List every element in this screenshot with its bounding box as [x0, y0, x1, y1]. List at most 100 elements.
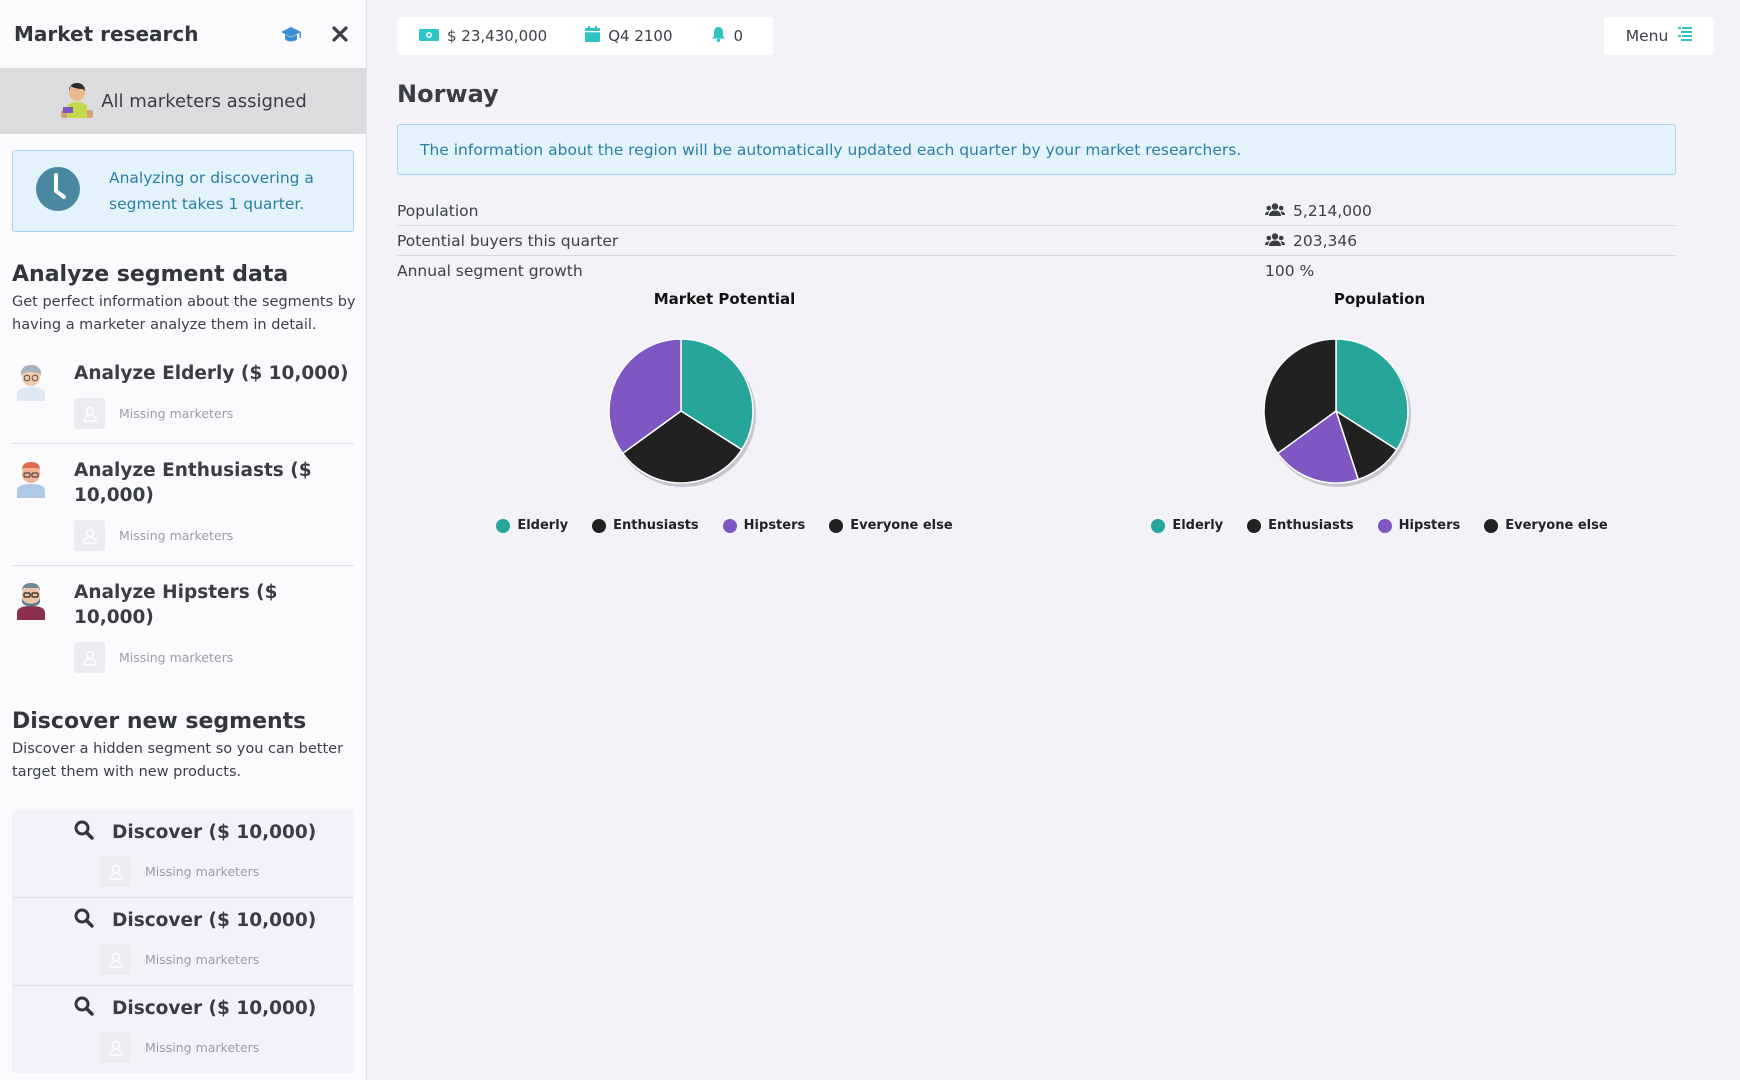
discover-button[interactable]: Discover ($ 10,000): [112, 822, 316, 843]
legend-label: Enthusiasts: [613, 518, 699, 533]
menu-button[interactable]: Menu: [1604, 17, 1714, 55]
legend-dot: [1377, 518, 1392, 533]
discover-item: Discover ($ 10,000) Missing marketers: [12, 810, 354, 898]
status-bar: $ 23,430,000 Q4 2100 0: [397, 17, 773, 55]
marketer-slot-status: Missing marketers: [145, 952, 260, 967]
legend-item-enthusiasts[interactable]: Enthusiasts: [1247, 518, 1354, 533]
legend-item-enthusiasts[interactable]: Enthusiasts: [592, 518, 699, 533]
user-outline-icon: [82, 406, 97, 422]
legend-label: Hipsters: [1398, 518, 1461, 533]
market-potential-pie: [608, 338, 756, 487]
menu-label: Menu: [1625, 27, 1669, 45]
marketer-slot[interactable]: [74, 520, 105, 551]
market-research-sidebar: Market research All marketers assigned A…: [0, 0, 367, 1080]
marketer-slot[interactable]: [74, 398, 105, 429]
region-title: Norway: [397, 80, 499, 108]
sidebar-title: Market research: [14, 22, 199, 46]
legend-dot: [1247, 518, 1262, 533]
search-icon: [74, 996, 94, 1020]
region-panel: Norway The information about the region …: [397, 80, 1677, 286]
legend-item-everyone-else[interactable]: Everyone else: [829, 518, 953, 533]
legend-item-hipsters[interactable]: Hipsters: [1377, 518, 1461, 533]
users-icon: [1265, 232, 1285, 250]
legend-dot: [592, 518, 607, 533]
analyze-hipsters-button[interactable]: Analyze Hipsters ($ 10,000): [74, 580, 354, 630]
legend-dot: [1484, 518, 1499, 533]
marketer-slot[interactable]: [100, 944, 131, 975]
analyze-heading: Analyze segment data: [12, 262, 289, 287]
quarter-status[interactable]: Q4 2100: [585, 26, 673, 46]
stat-label: Annual segment growth: [397, 262, 583, 280]
quarter-value: Q4 2100: [608, 27, 673, 45]
analyze-hipsters-item: Analyze Hipsters ($ 10,000) Missing mark…: [12, 566, 354, 687]
money-icon: [419, 27, 439, 45]
search-icon: [74, 908, 94, 932]
marketer-slot[interactable]: [100, 856, 131, 887]
discover-item: Discover ($ 10,000) Missing marketers: [12, 986, 354, 1073]
stat-label: Potential buyers this quarter: [397, 231, 619, 250]
discover-button[interactable]: Discover ($ 10,000): [112, 910, 316, 931]
chart-title: Population: [1333, 290, 1426, 308]
stat-row-population: Population 5,214,000: [397, 196, 1676, 226]
assigned-status-bar: All marketers assigned: [0, 68, 366, 134]
legend-dot: [496, 518, 511, 533]
legend-dot: [829, 518, 844, 533]
legend-label: Hipsters: [743, 518, 806, 533]
population-pie: [1263, 338, 1411, 487]
user-outline-icon: [108, 952, 123, 968]
marketer-slot-status: Missing marketers: [119, 528, 234, 543]
stat-value: 100 %: [1265, 262, 1315, 280]
stat-label: Population: [397, 201, 479, 220]
legend-dot: [722, 518, 737, 533]
elderly-avatar-icon: [12, 361, 74, 429]
stat-value: 5,214,000: [1293, 201, 1372, 220]
graduation-cap-icon[interactable]: [280, 26, 302, 42]
close-icon[interactable]: [332, 26, 348, 42]
legend-label: Elderly: [517, 518, 569, 533]
user-outline-icon: [82, 528, 97, 544]
marketer-slot[interactable]: [100, 1032, 131, 1063]
population-chart: Population Elderly Enthusiasts Hipsters Eve…: [1052, 290, 1707, 550]
legend-item-everyone-else[interactable]: Everyone else: [1484, 518, 1608, 533]
stat-row-potential-buyers: Potential buyers this quarter 203,346: [397, 226, 1676, 256]
user-outline-icon: [108, 864, 123, 880]
user-outline-icon: [108, 1040, 123, 1056]
sidebar-header: Market research: [0, 0, 366, 68]
discover-heading: Discover new segments: [12, 709, 307, 734]
marketer-avatar-icon: [59, 80, 95, 123]
discover-button[interactable]: Discover ($ 10,000): [112, 998, 316, 1019]
notifications-status[interactable]: 0: [711, 26, 743, 46]
bell-icon: [711, 26, 726, 46]
calendar-icon: [585, 26, 601, 46]
analyze-elderly-item: Analyze Elderly ($ 10,000) Missing marke…: [12, 347, 354, 444]
region-notice: The information about the region will be…: [397, 124, 1676, 175]
clock-icon: [35, 166, 81, 216]
legend-label: Everyone else: [1505, 518, 1608, 533]
region-stats: Population 5,214,000 Potential buyers th…: [397, 196, 1676, 286]
legend-item-elderly[interactable]: Elderly: [1151, 518, 1223, 533]
assigned-text: All marketers assigned: [101, 90, 307, 112]
menu-lines-icon: [1678, 27, 1693, 45]
money-status[interactable]: $ 23,430,000: [419, 27, 547, 45]
legend-label: Everyone else: [850, 518, 953, 533]
chart-legend: Elderly Enthusiasts Hipsters Everyone else: [397, 518, 1052, 533]
marketer-slot-status: Missing marketers: [119, 650, 234, 665]
legend-dot: [1151, 518, 1166, 533]
legend-item-hipsters[interactable]: Hipsters: [722, 518, 806, 533]
analyze-description: Get perfect information about the segmen…: [12, 294, 356, 333]
hipster-avatar-icon: [12, 580, 74, 673]
market-potential-chart: Market Potential Elderly Enthusiasts Hipst…: [397, 290, 1052, 550]
search-icon: [74, 820, 94, 844]
enthusiast-avatar-icon: [12, 458, 74, 551]
stat-value: 203,346: [1293, 231, 1358, 250]
legend-label: Elderly: [1172, 518, 1224, 533]
legend-item-elderly[interactable]: Elderly: [496, 518, 568, 533]
marketer-slot[interactable]: [74, 642, 105, 673]
marketer-slot-status: Missing marketers: [119, 406, 234, 421]
discover-list: Discover ($ 10,000) Missing marketers Di…: [12, 810, 354, 1073]
legend-label: Enthusiasts: [1268, 518, 1354, 533]
analyze-enthusiasts-button[interactable]: Analyze Enthusiasts ($ 10,000): [74, 458, 354, 508]
analyze-elderly-button[interactable]: Analyze Elderly ($ 10,000): [74, 361, 354, 386]
duration-info-text: Analyzing or discovering a segment takes…: [109, 169, 314, 213]
analyze-enthusiasts-item: Analyze Enthusiasts ($ 10,000) Missing m…: [12, 444, 354, 566]
